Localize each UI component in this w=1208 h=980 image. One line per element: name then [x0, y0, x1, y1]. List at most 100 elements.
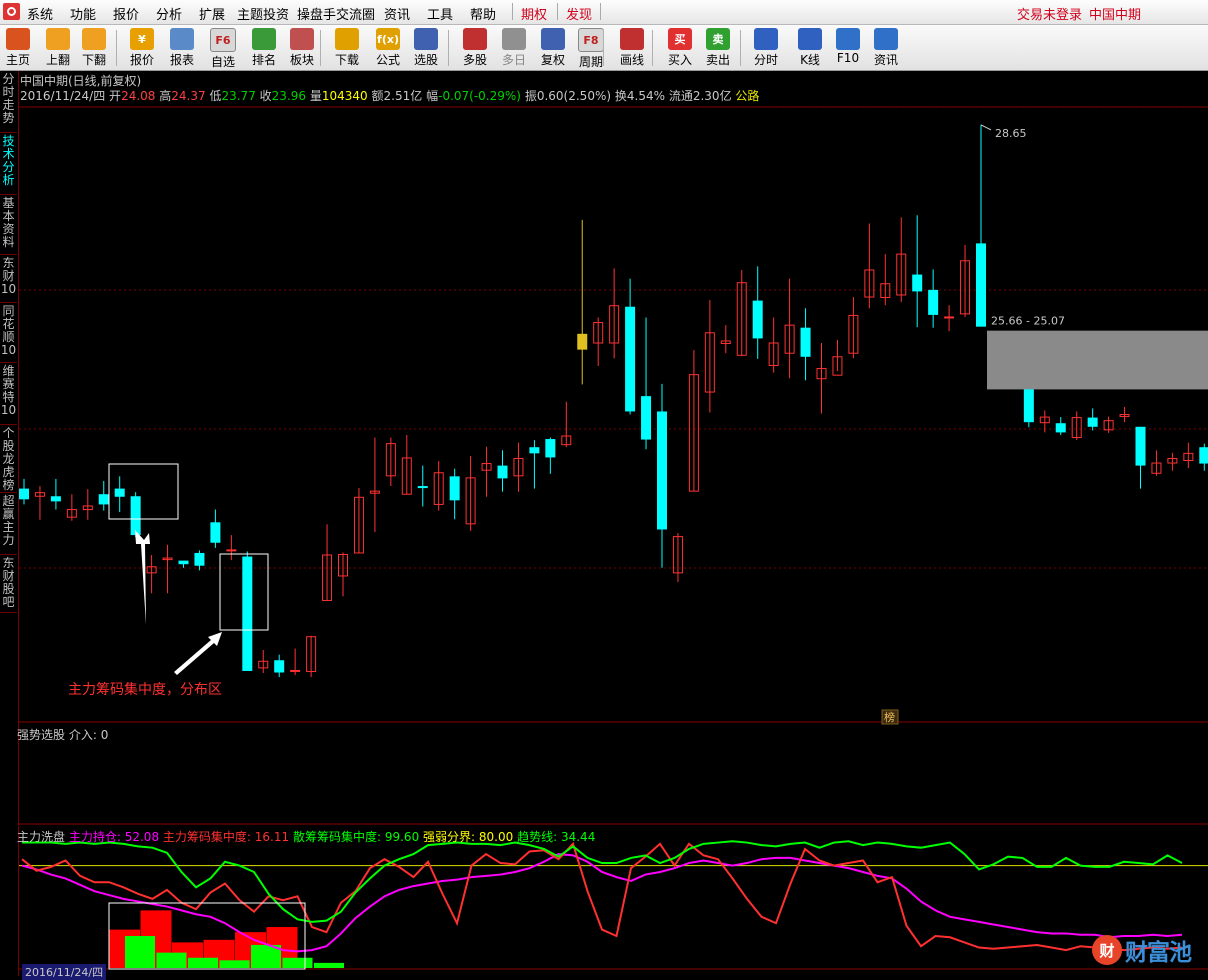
candle-body [657, 411, 667, 530]
candle-body [1135, 426, 1146, 466]
watermark-text: 财富池 [1125, 940, 1192, 966]
toolbar-clock-button[interactable]: 多日 [494, 27, 534, 69]
toolbar-divider [652, 30, 653, 66]
toolbar-multi-stock-button[interactable]: 多股 [455, 27, 495, 69]
candle-body [928, 289, 939, 315]
left-tab-2[interactable]: 基本资料 [0, 195, 17, 255]
candle-body [545, 439, 556, 458]
toolbar-label: K线 [800, 53, 820, 67]
left-tab-4[interactable]: 同花顺10 [0, 303, 17, 363]
menu-news[interactable]: 资讯 [384, 4, 410, 23]
left-tab-1[interactable]: 技术分析 [0, 133, 17, 195]
login-status[interactable]: 交易未登录 [1017, 4, 1082, 23]
toolbar-formula-button[interactable]: f(x) 公式 [368, 27, 408, 69]
kline-icon [798, 28, 822, 50]
toolbar-label: 公式 [375, 53, 400, 67]
toolbar-label: 买入 [667, 53, 692, 67]
download-icon [335, 28, 359, 50]
menu-function[interactable]: 功能 [70, 4, 96, 23]
menu-theme-invest[interactable]: 主题投资 [237, 4, 289, 23]
candle-body [130, 496, 141, 536]
toolbar-divider [448, 30, 449, 66]
arrow-icon [135, 530, 150, 625]
toolbar-label: 上翻 [45, 53, 70, 67]
strong-pick-intervene-label: 介入 [68, 728, 93, 742]
menu-extend[interactable]: 扩展 [199, 4, 225, 23]
menu-divider [600, 3, 601, 20]
legend-trend-line: 趋势线: 34.44 [517, 830, 596, 844]
arrow-up-icon [46, 28, 70, 50]
menu-analysis[interactable]: 分析 [156, 4, 182, 23]
toolbar-label: 排名 [251, 53, 276, 67]
menu-options[interactable]: 期权 [521, 4, 547, 23]
toolbar-sell-button[interactable]: 卖卖出 [698, 27, 738, 69]
toolbar-label: 多股 [462, 53, 487, 67]
toolbar-arrow-down-button[interactable]: 下翻 [74, 27, 114, 69]
histogram-bar [125, 936, 155, 968]
left-tab-0[interactable]: 分时走势 [0, 71, 17, 133]
news-icon [874, 28, 898, 50]
candle-body [449, 476, 460, 501]
toolbar-label: 卖出 [705, 53, 730, 67]
toolbar-label: 自选 [210, 55, 235, 69]
toolbar-yen-button[interactable]: ¥ 报价 [122, 27, 162, 69]
left-tab-8[interactable]: 东财股吧 [0, 555, 17, 613]
menu-system[interactable]: 系统 [27, 4, 53, 23]
select-stock-icon [414, 28, 438, 50]
toolbar-blocks-button[interactable]: 板块 [282, 27, 322, 69]
app-logo-icon [3, 3, 20, 20]
candle-body [50, 496, 61, 502]
toolbar-select-stock-button[interactable]: 选股 [406, 27, 446, 69]
toolbar-draw-line-button[interactable]: 画线 [612, 27, 652, 69]
candle-body [497, 465, 508, 479]
toolbar-intraday-button[interactable]: 分时 [746, 27, 786, 69]
toolbar-download-button[interactable]: 下载 [327, 27, 367, 69]
histogram-bar [156, 952, 187, 968]
left-tab-7[interactable]: 超赢主力 [0, 493, 17, 555]
f8-icon: F8 [578, 28, 604, 52]
toolbar-home-button[interactable]: 主页 [0, 27, 38, 69]
menu-help[interactable]: 帮助 [470, 4, 496, 23]
legend-retail-concentration: 散筹筹码集中度: 99.60 [292, 830, 420, 844]
menu-quote[interactable]: 报价 [113, 4, 139, 23]
candle-body [417, 486, 428, 489]
menu-discover[interactable]: 发现 [566, 4, 592, 23]
toolbar-rank-button[interactable]: 排名 [244, 27, 284, 69]
toolbar-label: 板块 [289, 53, 314, 67]
toolbar-buy-button[interactable]: 买买入 [660, 27, 700, 69]
high-price-label: 28.65 [995, 127, 1027, 140]
histogram-bar [282, 957, 313, 968]
candle-body [226, 549, 237, 552]
toolbar-label: 分时 [753, 53, 778, 67]
legend-main-holding: 主力持仓: 52.08 [68, 830, 160, 844]
menu-trader-circle[interactable]: 操盘手交流圈 [297, 4, 375, 23]
toolbar-restore-button[interactable]: 复权 [533, 27, 573, 69]
candle-body [98, 494, 109, 505]
candle-body [194, 552, 205, 566]
watermark-circle: 财 [1092, 935, 1122, 965]
candle-body [210, 522, 221, 543]
toolbar-news-button[interactable]: 资讯 [866, 27, 906, 69]
left-tab-3[interactable]: 东财10 [0, 255, 17, 303]
toolbar-f10-button[interactable]: F10 [828, 27, 868, 69]
toolbar-report-button[interactable]: 报表 [162, 27, 202, 69]
toolbar-arrow-up-button[interactable]: 上翻 [38, 27, 78, 69]
yen-icon: ¥ [130, 28, 154, 50]
toolbar-f8-button[interactable]: F8 周期 [571, 27, 611, 69]
sell-icon: 卖 [706, 28, 730, 50]
toolbar-f6-button[interactable]: F6 自选 [203, 27, 243, 69]
candle-body [625, 306, 636, 412]
callout-text: 主力筹码集中度，分布区 [68, 681, 222, 698]
strong-pick-intervene-value: 0 [100, 728, 109, 742]
left-tab-6[interactable]: 个股龙虎榜 [0, 425, 17, 493]
left-tab-5[interactable]: 维赛特10 [0, 363, 17, 425]
toolbar-label: 周期 [578, 55, 603, 69]
candle-body [114, 488, 125, 497]
f6-icon: F6 [210, 28, 236, 52]
report-icon [170, 28, 194, 50]
toolbar-label: 画线 [619, 53, 644, 67]
menu-tools[interactable]: 工具 [427, 4, 453, 23]
rank-marker-text: 榜 [884, 710, 895, 724]
wash-panel-name: 主力洗盘 [17, 830, 66, 844]
toolbar-kline-button[interactable]: K线 [790, 27, 830, 69]
